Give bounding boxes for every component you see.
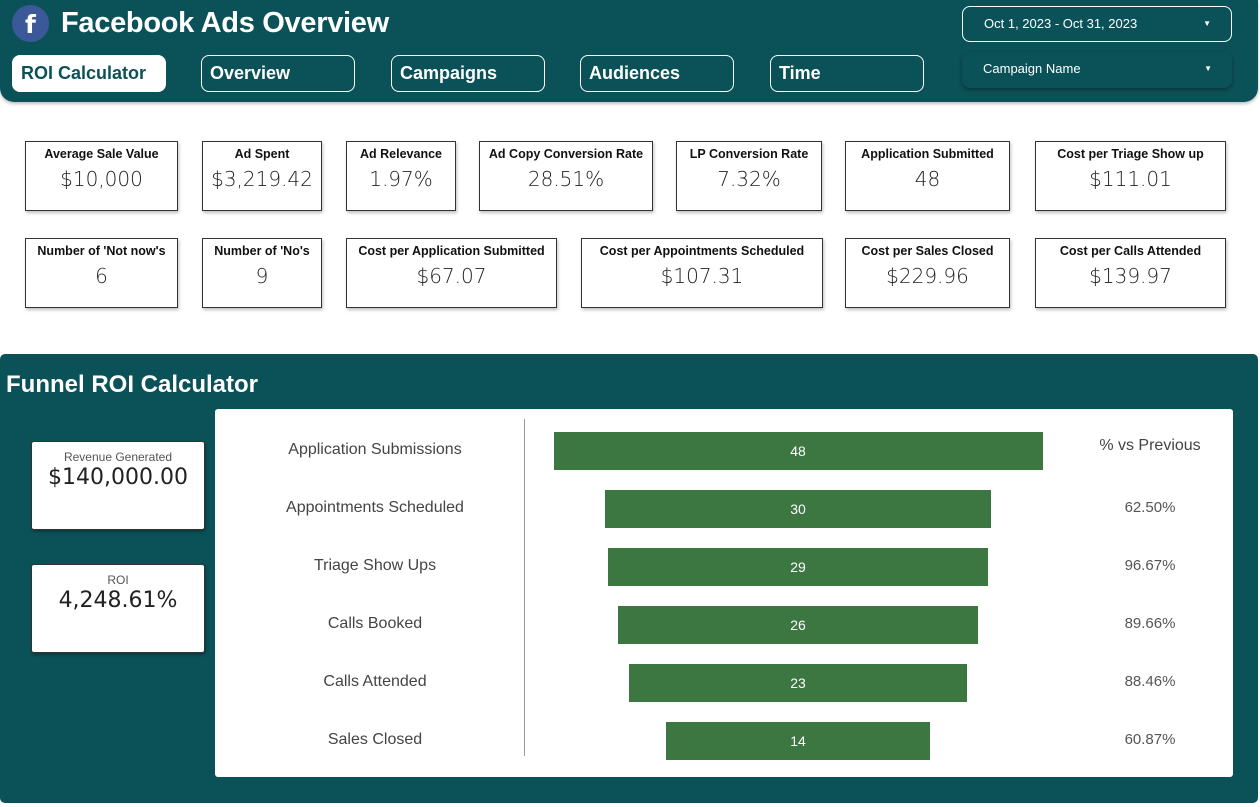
- roi-card: ROI 4,248.61%: [31, 564, 205, 653]
- kpi-card-ad-relevance: Ad Relevance 1.97%: [346, 141, 456, 211]
- section-title: Funnel ROI Calculator: [6, 371, 259, 398]
- kpi-label: Average Sale Value: [44, 147, 159, 161]
- revenue-generated-card: Revenue Generated $140,000.00: [31, 441, 205, 530]
- dashboard-page: f Facebook Ads Overview ROI Calculator O…: [0, 0, 1260, 807]
- kpi-label: Cost per Triage Show up: [1057, 147, 1204, 161]
- campaign-filter-value: Campaign Name: [983, 61, 1081, 76]
- kpi-card-lp-conversion-rate: LP Conversion Rate 7.32%: [676, 141, 822, 211]
- roi-label: ROI: [107, 573, 129, 587]
- date-range-dropdown[interactable]: Oct 1, 2023 - Oct 31, 2023 ▼: [962, 6, 1232, 42]
- kpi-card-application-submitted: Application Submitted 48: [845, 141, 1010, 211]
- kpi-card-number-of-nos: Number of 'No's 9: [202, 238, 322, 308]
- kpi-card-average-sale-value: Average Sale Value $10,000: [25, 141, 178, 211]
- kpi-value: 6: [95, 264, 108, 288]
- kpi-label: LP Conversion Rate: [689, 147, 809, 161]
- kpi-label: Application Submitted: [861, 147, 994, 161]
- facebook-logo-icon: f: [12, 5, 49, 42]
- kpi-card-number-of-not-nows: Number of 'Not now's 6: [25, 238, 178, 308]
- kpi-value: $229.96: [886, 264, 969, 288]
- funnel-stage-label: Calls Attended: [323, 673, 427, 690]
- header-bar: f Facebook Ads Overview ROI Calculator O…: [0, 0, 1258, 102]
- kpi-value: $10,000: [60, 167, 143, 191]
- funnel-pct-vs-previous: 89.66%: [1124, 615, 1176, 632]
- funnel-pct-vs-previous: 62.50%: [1124, 499, 1176, 516]
- kpi-label: Cost per Application Submitted: [358, 244, 545, 258]
- funnel-bar: 23: [628, 664, 968, 702]
- funnel-chart: % vs Previous Application Submissions 48 A…: [215, 409, 1233, 777]
- funnel-stage-label: Calls Booked: [327, 615, 423, 632]
- funnel-stage-label: Sales Closed: [327, 731, 423, 748]
- tab-roi-calculator[interactable]: ROI Calculator: [12, 55, 166, 92]
- kpi-value: $107.31: [660, 264, 744, 288]
- kpi-value: 7.32%: [717, 167, 781, 191]
- kpi-card-cost-per-sales-closed: Cost per Sales Closed $229.96: [845, 238, 1010, 308]
- funnel-bar: 29: [607, 548, 989, 586]
- tab-campaigns[interactable]: Campaigns: [391, 55, 545, 92]
- funnel-stage-label: Application Submissions: [288, 441, 462, 458]
- funnel-stage-label: Appointments Scheduled: [286, 499, 464, 516]
- funnel-bar: 26: [618, 606, 978, 644]
- tab-time[interactable]: Time: [770, 55, 924, 92]
- kpi-card-cost-per-appointments-scheduled: Cost per Appointments Scheduled $107.31: [581, 238, 823, 308]
- tab-overview[interactable]: Overview: [201, 55, 355, 92]
- kpi-label: Cost per Calls Attended: [1059, 244, 1202, 258]
- kpi-value: $3,219.42: [211, 167, 313, 191]
- funnel-divider: [524, 419, 525, 756]
- funnel-pct-vs-previous: 88.46%: [1124, 673, 1176, 690]
- kpi-label: Cost per Sales Closed: [861, 244, 994, 258]
- campaign-name-dropdown[interactable]: Campaign Name ▼: [962, 52, 1232, 88]
- revenue-value: $140,000.00: [48, 465, 188, 490]
- kpi-label: Cost per Appointments Scheduled: [599, 244, 805, 258]
- kpi-label: Number of 'Not now's: [37, 244, 166, 258]
- kpi-label: Number of 'No's: [214, 244, 310, 258]
- kpi-value: $139.97: [1089, 264, 1172, 288]
- kpi-card-cost-per-triage-show-up: Cost per Triage Show up $111.01: [1035, 141, 1226, 211]
- revenue-label: Revenue Generated: [63, 450, 173, 464]
- date-range-value: Oct 1, 2023 - Oct 31, 2023: [984, 16, 1138, 31]
- funnel-stage-label: Triage Show Ups: [313, 557, 437, 574]
- kpi-card-ad-spent: Ad Spent $3,219.42: [202, 141, 322, 211]
- kpi-card-ad-copy-conversion-rate: Ad Copy Conversion Rate 28.51%: [479, 141, 653, 211]
- kpi-label: Ad Copy Conversion Rate: [488, 147, 644, 161]
- funnel-roi-section: Funnel ROI Calculator Revenue Generated …: [0, 354, 1258, 803]
- funnel-bar: 30: [604, 490, 992, 528]
- pct-vs-previous-header: % vs Previous: [1099, 437, 1201, 454]
- kpi-value: 48: [914, 167, 941, 191]
- kpi-value: 1.97%: [369, 167, 433, 191]
- kpi-card-cost-per-calls-attended: Cost per Calls Attended $139.97: [1035, 238, 1226, 308]
- kpi-label: Ad Spent: [234, 147, 290, 161]
- tab-audiences[interactable]: Audiences: [580, 55, 734, 92]
- chevron-down-icon: ▼: [1204, 64, 1212, 73]
- funnel-pct-vs-previous: 60.87%: [1124, 731, 1176, 748]
- funnel-bar: 14: [665, 722, 931, 760]
- page-title: Facebook Ads Overview: [61, 7, 389, 39]
- funnel-pct-vs-previous: 96.67%: [1124, 557, 1176, 574]
- kpi-value: 28.51%: [527, 167, 605, 191]
- funnel-bar: 48: [553, 432, 1043, 470]
- kpi-label: Ad Relevance: [360, 147, 442, 161]
- kpi-value: $111.01: [1089, 167, 1172, 191]
- kpi-card-cost-per-application-submitted: Cost per Application Submitted $67.07: [346, 238, 557, 308]
- roi-value: 4,248.61%: [58, 588, 178, 613]
- kpi-value: $67.07: [416, 264, 487, 288]
- chevron-down-icon: ▼: [1203, 19, 1211, 28]
- kpi-value: 9: [255, 264, 269, 288]
